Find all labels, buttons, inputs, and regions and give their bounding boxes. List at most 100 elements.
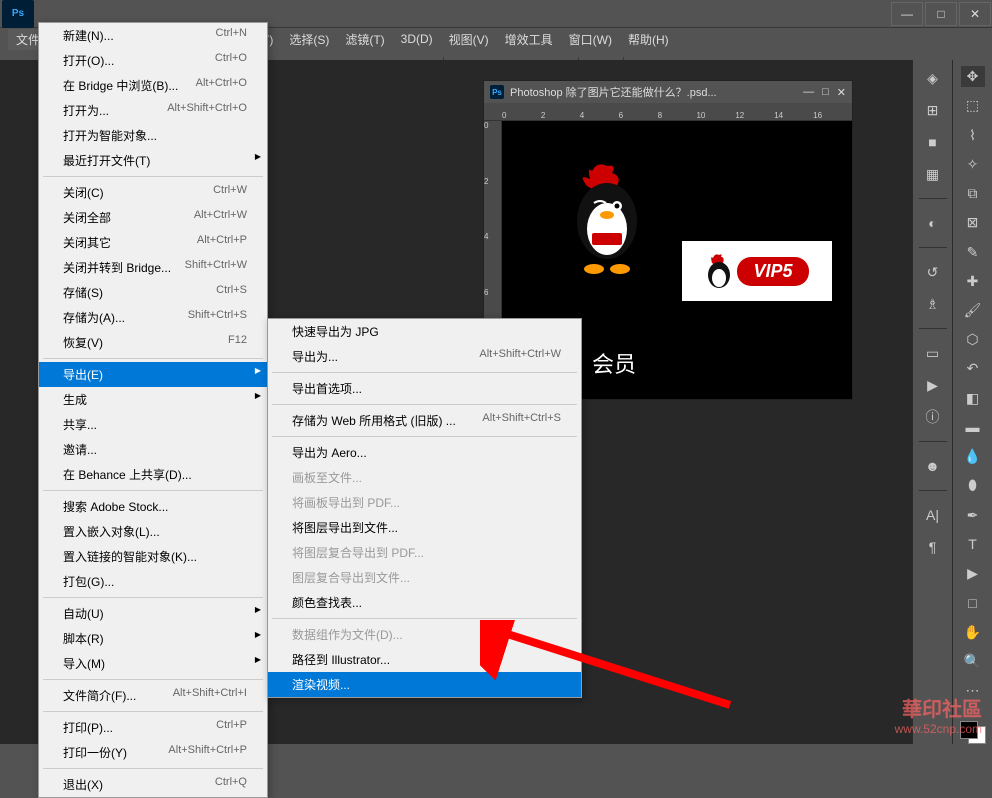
menu-item[interactable]: 自动(U): [39, 601, 267, 626]
3d-icon[interactable]: ☻: [921, 454, 945, 478]
adjustments-icon[interactable]: ◐: [921, 211, 945, 235]
export-submenu: 快速导出为 JPG导出为...Alt+Shift+Ctrl+W 导出首选项... 存…: [267, 318, 582, 698]
menu-item[interactable]: 邀请...: [39, 437, 267, 462]
submenu-item: 将图层复合导出到 PDF...: [268, 540, 581, 565]
hand-tool[interactable]: ✋: [961, 621, 985, 642]
eraser-tool[interactable]: ◧: [961, 388, 985, 409]
paths-icon[interactable]: ♗: [921, 292, 945, 316]
submenu-item[interactable]: 将图层导出到文件...: [268, 515, 581, 540]
vip-badge: VIP5: [682, 241, 832, 301]
menu-item[interactable]: 导出(E): [39, 362, 267, 387]
panel-column-1: ◈ ⊞ ■ ▦ ◐ ↺ ♗ ▭ ▶ ⓘ ☻ A| ¶: [912, 60, 952, 744]
submenu-item[interactable]: 导出首选项...: [268, 376, 581, 401]
menu-8[interactable]: 视图(V): [441, 29, 497, 50]
menu-item[interactable]: 生成: [39, 387, 267, 412]
app-logo: Ps: [2, 0, 34, 28]
history-brush-tool[interactable]: ↶: [961, 358, 985, 379]
submenu-item[interactable]: 快速导出为 JPG: [268, 319, 581, 344]
ruler-horizontal[interactable]: 0246810121416: [484, 103, 852, 121]
menu-5[interactable]: 选择(S): [281, 29, 337, 50]
close-button[interactable]: ✕: [959, 2, 991, 26]
layers-icon[interactable]: ◈: [921, 66, 945, 90]
menu-item[interactable]: 恢复(V)F12: [39, 330, 267, 355]
brush-tool[interactable]: 🖌: [961, 300, 985, 321]
doc-minimize-icon[interactable]: —: [803, 86, 814, 99]
doc-close-icon[interactable]: ✕: [837, 86, 846, 99]
menu-item[interactable]: 脚本(R): [39, 626, 267, 651]
menu-item[interactable]: 打开为智能对象...: [39, 123, 267, 148]
menu-item[interactable]: 存储(S)Ctrl+S: [39, 280, 267, 305]
menu-item[interactable]: 打印(P)...Ctrl+P: [39, 715, 267, 740]
submenu-item[interactable]: 存储为 Web 所用格式 (旧版) ...Alt+Shift+Ctrl+S: [268, 408, 581, 433]
submenu-item[interactable]: 路径到 Illustrator...: [268, 647, 581, 672]
menu-item[interactable]: 关闭其它Alt+Ctrl+P: [39, 230, 267, 255]
menu-item[interactable]: 文件简介(F)...Alt+Shift+Ctrl+I: [39, 683, 267, 708]
grid-icon[interactable]: ⊞: [921, 98, 945, 122]
submenu-item[interactable]: 颜色查找表...: [268, 590, 581, 615]
menu-item[interactable]: 打开(O)...Ctrl+O: [39, 48, 267, 73]
member-text: 会员: [592, 347, 636, 379]
menu-item[interactable]: 在 Behance 上共享(D)...: [39, 462, 267, 487]
submenu-item[interactable]: 导出为 Aero...: [268, 440, 581, 465]
marquee-tool[interactable]: ⬚: [961, 95, 985, 116]
menu-item[interactable]: 导入(M): [39, 651, 267, 676]
libraries-icon[interactable]: ▭: [921, 341, 945, 365]
vip-text: VIP5: [737, 257, 808, 286]
menu-item[interactable]: 打包(G)...: [39, 569, 267, 594]
gradient-tool[interactable]: ▬: [961, 417, 985, 438]
lasso-tool[interactable]: ⌇: [961, 124, 985, 145]
crop-tool[interactable]: ⧉: [961, 183, 985, 204]
eyedropper-tool[interactable]: ✎: [961, 241, 985, 262]
paragraph-icon[interactable]: ¶: [921, 535, 945, 559]
play-icon[interactable]: ▶: [921, 373, 945, 397]
submenu-item: 画板至文件...: [268, 465, 581, 490]
window-controls: — □ ✕: [890, 1, 992, 27]
wand-tool[interactable]: ✧: [961, 154, 985, 175]
move-tool[interactable]: ✥: [961, 66, 985, 87]
penguin-graphic: [562, 161, 652, 281]
stamp-tool[interactable]: ⬡: [961, 329, 985, 350]
path-select-tool[interactable]: ▶: [961, 563, 985, 584]
watermark: 華印社區 www.52cnp.com: [895, 693, 982, 736]
menu-item[interactable]: 存储为(A)...Shift+Ctrl+S: [39, 305, 267, 330]
menu-item[interactable]: 在 Bridge 中浏览(B)...Alt+Ctrl+O: [39, 73, 267, 98]
menu-item[interactable]: 退出(X)Ctrl+Q: [39, 772, 267, 797]
menu-item[interactable]: 打开为...Alt+Shift+Ctrl+O: [39, 98, 267, 123]
menu-9[interactable]: 增效工具: [497, 29, 561, 50]
character-icon[interactable]: A|: [921, 503, 945, 527]
submenu-item[interactable]: 导出为...Alt+Shift+Ctrl+W: [268, 344, 581, 369]
submenu-item: 图层复合导出到文件...: [268, 565, 581, 590]
menu-item[interactable]: 置入链接的智能对象(K)...: [39, 544, 267, 569]
history-icon[interactable]: ↺: [921, 260, 945, 284]
menu-item[interactable]: 新建(N)...Ctrl+N: [39, 23, 267, 48]
menu-item[interactable]: 关闭并转到 Bridge...Shift+Ctrl+W: [39, 255, 267, 280]
menu-10[interactable]: 窗口(W): [561, 29, 620, 50]
menu-6[interactable]: 滤镜(T): [337, 29, 392, 50]
file-menu-dropdown: 新建(N)...Ctrl+N打开(O)...Ctrl+O在 Bridge 中浏览…: [38, 22, 268, 798]
healing-tool[interactable]: ✚: [961, 271, 985, 292]
zoom-tool[interactable]: 🔍: [961, 651, 985, 672]
pattern-icon[interactable]: ▦: [921, 162, 945, 186]
menu-item[interactable]: 关闭全部Alt+Ctrl+W: [39, 205, 267, 230]
menu-item[interactable]: 共享...: [39, 412, 267, 437]
document-title: Photoshop 除了图片它还能做什么？.psd...: [510, 84, 717, 100]
dodge-tool[interactable]: ⬮: [961, 475, 985, 496]
menu-11[interactable]: 帮助(H): [620, 29, 677, 50]
type-tool[interactable]: T: [961, 534, 985, 555]
doc-maximize-icon[interactable]: □: [822, 86, 829, 99]
shape-tool[interactable]: □: [961, 592, 985, 613]
info-icon[interactable]: ⓘ: [921, 405, 945, 429]
menu-item[interactable]: 置入嵌入对象(L)...: [39, 519, 267, 544]
blur-tool[interactable]: 💧: [961, 446, 985, 467]
minimize-button[interactable]: —: [891, 2, 923, 26]
maximize-button[interactable]: □: [925, 2, 957, 26]
menu-7[interactable]: 3D(D): [393, 30, 441, 48]
pen-tool[interactable]: ✒: [961, 505, 985, 526]
solid-icon[interactable]: ■: [921, 130, 945, 154]
menu-item[interactable]: 最近打开文件(T): [39, 148, 267, 173]
frame-tool[interactable]: ⊠: [961, 212, 985, 233]
menu-item[interactable]: 关闭(C)Ctrl+W: [39, 180, 267, 205]
submenu-item[interactable]: 渲染视频...: [268, 672, 581, 697]
menu-item[interactable]: 搜索 Adobe Stock...: [39, 494, 267, 519]
document-titlebar[interactable]: Ps Photoshop 除了图片它还能做什么？.psd... — □ ✕: [484, 81, 852, 103]
